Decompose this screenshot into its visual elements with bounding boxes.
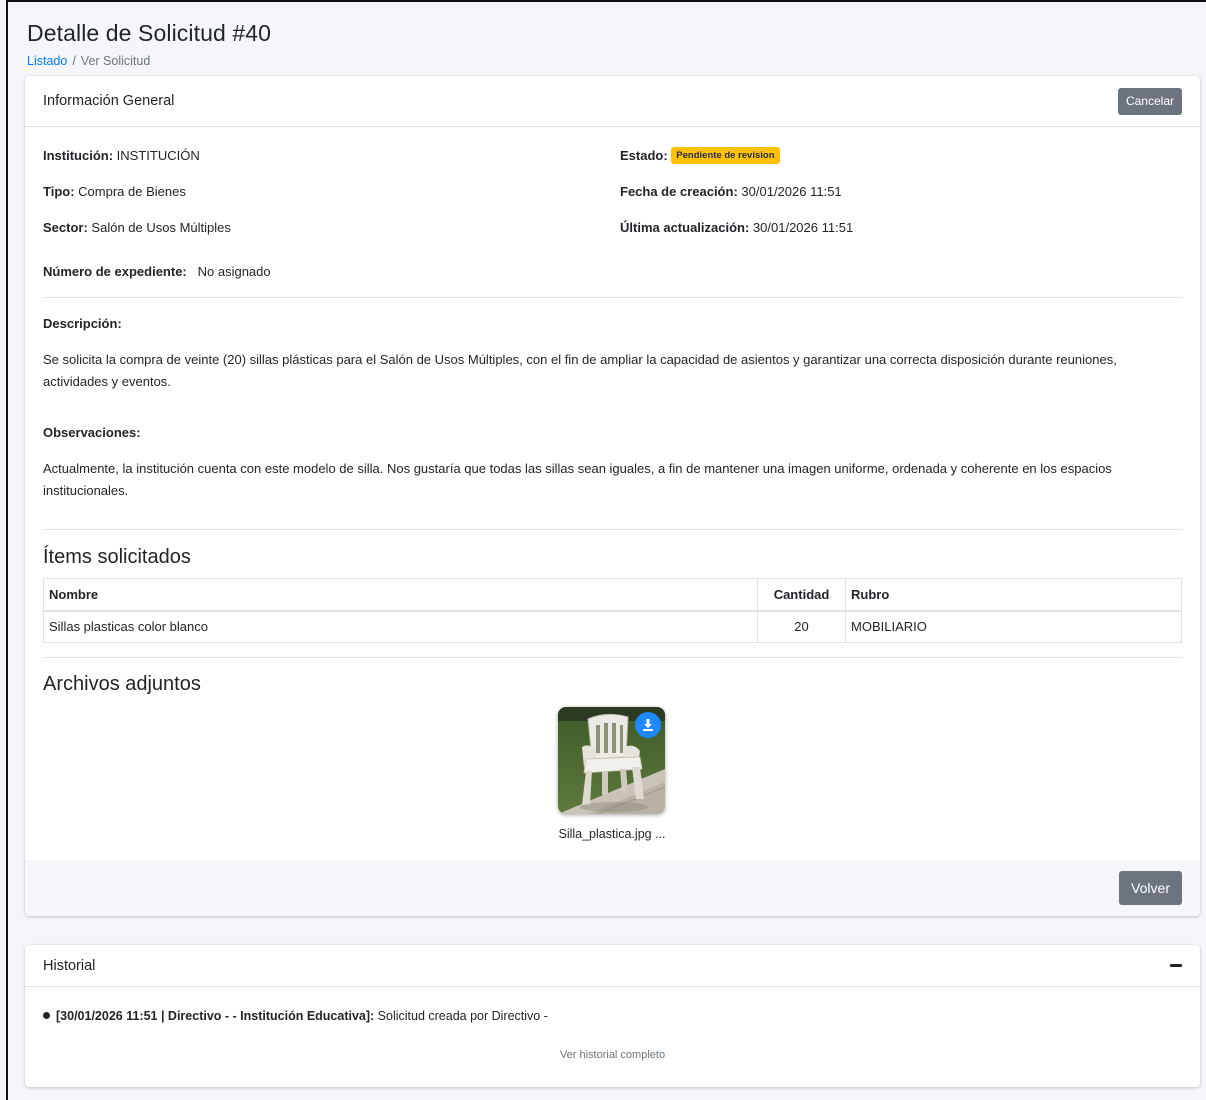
divider: [43, 297, 1182, 298]
download-button[interactable]: [635, 712, 661, 738]
page-title: Detalle de Solicitud #40: [27, 20, 272, 46]
field-tipo: Tipo: Compra de Bienes: [43, 184, 186, 199]
breadcrumb-current: Ver Solicitud: [80, 54, 151, 68]
card-header-general: Información General Cancelar: [25, 76, 1200, 127]
observaciones-text: Actualmente, la institución cuenta con e…: [43, 461, 1112, 498]
items-heading: Ítems solicitados: [43, 546, 191, 568]
label-ultima-actualizacion: Última actualización:: [620, 220, 750, 235]
minus-icon[interactable]: [1170, 964, 1182, 967]
cell-rubro: MOBILIARIO: [845, 610, 1182, 643]
cell-cantidad: 20: [757, 610, 846, 643]
breadcrumb: Listado / Ver Solicitud: [27, 54, 271, 68]
observaciones-label: Observaciones:: [43, 425, 141, 440]
attachment-thumbnail[interactable]: [558, 707, 665, 814]
label-estado: Estado:: [620, 148, 668, 163]
view-full-history-link[interactable]: Ver historial completo: [25, 1049, 1200, 1061]
history-entry-text: Solicitud creada por Directivo -: [374, 1009, 548, 1023]
divider: [43, 529, 1182, 530]
card-header-historial: Historial: [25, 945, 1200, 987]
value-sector: Salón de Usos Múltiples: [91, 220, 231, 235]
attachment-item[interactable]: Silla_plastica.jpg ...: [558, 707, 666, 841]
label-institucion: Institución:: [43, 148, 114, 163]
field-expediente: Número de expediente: No asignado: [43, 264, 271, 279]
field-estado: Estado: Pendiente de revision: [620, 147, 780, 165]
back-button[interactable]: Volver: [1119, 871, 1182, 905]
history-entry-meta: [30/01/2026 11:51 | Directivo - - Instit…: [56, 1009, 375, 1023]
value-ultima-actualizacion: 30/01/2026 11:51: [752, 220, 854, 235]
label-sector: Sector:: [43, 220, 88, 235]
column-header-cantidad: Cantidad: [757, 578, 846, 612]
request-detail-card: Información General Cancelar Institución…: [25, 76, 1200, 916]
history-entry: [30/01/2026 11:51 | Directivo - - Instit…: [43, 1009, 548, 1023]
table-row: Sillas plasticas color blanco 20 MOBILIA…: [43, 610, 1182, 643]
label-expediente: Número de expediente:: [43, 264, 187, 279]
page-header: Detalle de Solicitud #40 Listado / Ver Sol…: [27, 20, 271, 68]
history-card: Historial [30/01/2026 11:51 | Directivo …: [25, 945, 1200, 1087]
cell-nombre: Sillas plasticas color blanco: [43, 610, 758, 643]
field-ultima-actualizacion: Última actualización: 30/01/2026 11:51: [620, 220, 853, 235]
divider: [43, 657, 1182, 658]
attachment-filename[interactable]: Silla_plastica.jpg ...: [558, 827, 666, 841]
descripcion-label: Descripción:: [43, 316, 122, 331]
column-header-rubro: Rubro: [845, 578, 1182, 612]
label-tipo: Tipo:: [43, 184, 75, 199]
value-tipo: Compra de Bienes: [78, 184, 186, 199]
download-icon: [643, 719, 653, 731]
card-footer: Volver: [25, 860, 1200, 916]
status-badge: Pendiente de revision: [671, 147, 780, 165]
bullet-icon: [43, 1012, 50, 1020]
table-header-row: Nombre Cantidad Rubro: [43, 578, 1182, 612]
breadcrumb-separator: /: [72, 54, 76, 68]
breadcrumb-link-listado[interactable]: Listado: [27, 54, 67, 68]
card-title-historial: Historial: [43, 957, 96, 974]
column-header-nombre: Nombre: [43, 578, 758, 612]
label-fecha-creacion: Fecha de creación:: [620, 184, 738, 199]
cancel-button[interactable]: Cancelar: [1117, 87, 1182, 115]
descripcion-text: Se solicita la compra de veinte (20) sil…: [43, 352, 1117, 389]
attachments-heading: Archivos adjuntos: [43, 673, 201, 695]
items-table: Nombre Cantidad Rubro Sillas plasticas c…: [43, 578, 1182, 643]
field-sector: Sector: Salón de Usos Múltiples: [43, 220, 231, 235]
value-expediente: No asignado: [197, 264, 271, 279]
value-fecha-creacion: 30/01/2026 11:51: [741, 184, 842, 199]
field-fecha-creacion: Fecha de creación: 30/01/2026 11:51: [620, 184, 842, 199]
card-title-general: Información General: [43, 93, 175, 109]
field-institucion: Institución: INSTITUCIÓN: [43, 148, 200, 163]
value-institucion: INSTITUCIÓN: [116, 148, 200, 163]
